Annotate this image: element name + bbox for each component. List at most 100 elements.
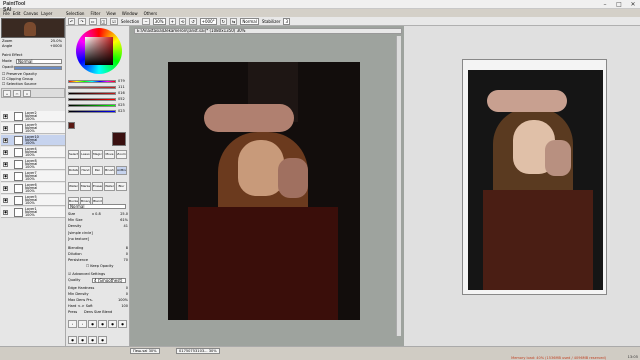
new-folder-button[interactable]: ▭	[13, 90, 21, 97]
zoom-in-button[interactable]: +	[168, 17, 176, 25]
brush-size-preset[interactable]: •	[78, 320, 87, 328]
edge-hardness-row: Edge Hardness 0	[68, 286, 128, 290]
menu-window[interactable]: Window	[122, 10, 138, 17]
tool-rotate[interactable]: Rotate	[68, 165, 79, 175]
brush-mode-select[interactable]: Normal	[68, 204, 126, 209]
mode-row: Mode Normal	[2, 59, 64, 64]
visibility-eye-icon[interactable]: ●	[3, 150, 8, 155]
tool-marker[interactable]: Marker	[80, 181, 91, 191]
brush-size-preset[interactable]: ●	[88, 335, 97, 344]
layer-item[interactable]: ● Layer8 Normal 100%	[1, 159, 65, 170]
rotate-left-button[interactable]: ↺	[189, 17, 197, 25]
menu-others[interactable]: Others	[144, 10, 157, 17]
zoom-field[interactable]: 30%	[152, 17, 166, 25]
tool-water[interactable]: Water	[104, 181, 115, 191]
reference-image[interactable]	[462, 59, 607, 295]
color-slider-h[interactable]	[68, 80, 116, 83]
canvas-artwork[interactable]	[168, 62, 360, 320]
color-slider-b[interactable]	[68, 110, 116, 113]
document-tab-2[interactable]: 01750753103... 30%	[176, 348, 220, 354]
layer-item[interactable]: ● Layer10 Normal 100%	[1, 135, 65, 146]
blend-mode-select[interactable]: Normal	[240, 17, 259, 25]
visibility-eye-icon[interactable]: ●	[3, 126, 8, 131]
visibility-eye-icon[interactable]: ●	[3, 174, 8, 179]
tool-eraser[interactable]: Eraser	[92, 181, 103, 191]
tool-blur[interactable]: Blur	[116, 181, 127, 191]
minimize-icon[interactable]: –	[598, 0, 612, 9]
brush-size-preset[interactable]: ●	[118, 320, 127, 328]
vertical-scrollbar[interactable]	[396, 36, 401, 336]
undo-button[interactable]: ↶	[68, 17, 76, 25]
redo-button[interactable]: ↷	[78, 17, 86, 25]
brush-size-preset[interactable]: ●	[88, 320, 97, 328]
layer-item[interactable]: ● Layer1 Normal 100%	[1, 207, 65, 218]
deselect-button[interactable]: ▭	[88, 17, 97, 25]
document-tab-1[interactable]: Пеш.sai 30%	[130, 348, 160, 354]
tool-move[interactable]: Move	[104, 150, 115, 159]
rotation-field[interactable]: +000°	[199, 17, 217, 25]
layer-item[interactable]: ● Layer5 Normal 100%	[1, 195, 65, 206]
tool-brush[interactable]: Brush	[104, 165, 115, 175]
advanced-settings-toggle[interactable]: ☑ Advanced Settings	[68, 272, 128, 277]
menu-layer[interactable]: Layer	[41, 10, 52, 17]
layer-item[interactable]: ● Layer7 Normal 100%	[1, 171, 65, 182]
stabilizer-select[interactable]: 3	[283, 17, 291, 25]
saturation-value-square[interactable]	[85, 37, 113, 65]
color-slider-v[interactable]	[68, 92, 116, 95]
menu-file[interactable]: File	[3, 10, 10, 17]
visibility-eye-icon[interactable]: ●	[3, 162, 8, 167]
layer-item[interactable]: ● Layer9 Normal 100%	[1, 123, 65, 134]
new-layer-button[interactable]: +	[3, 90, 11, 97]
delete-layer-button[interactable]: ×	[23, 90, 31, 97]
menu-selection[interactable]: Selection	[66, 10, 84, 17]
navigator-preview[interactable]	[1, 18, 65, 38]
reference-hand-side	[545, 140, 571, 176]
close-icon[interactable]: ✕	[626, 0, 640, 9]
rotate-right-button[interactable]: ↻	[219, 17, 227, 25]
tool-watercolor[interactable]: Watercolor	[68, 181, 79, 191]
layer-item[interactable]: ● Layer2 Normal 100%	[1, 111, 65, 122]
brush-size-preset[interactable]: ●	[68, 335, 77, 344]
layer-item[interactable]: ● Layer6 Normal 100%	[1, 183, 65, 194]
visibility-eye-icon[interactable]: ●	[3, 114, 8, 119]
color-wheel[interactable]	[76, 28, 122, 74]
opacity-slider[interactable]	[14, 66, 62, 70]
paint-effect-header[interactable]: Paint Effect	[2, 53, 64, 58]
invert-selection-button[interactable]: ◫	[99, 17, 108, 25]
tool-select[interactable]: Select	[68, 150, 79, 159]
tool-zoom[interactable]: Zoom	[116, 150, 127, 159]
primary-color-swatch[interactable]	[68, 122, 75, 129]
visibility-eye-icon[interactable]: ●	[3, 186, 8, 191]
tool-airbrush[interactable]: AirBrush	[116, 165, 127, 175]
menu-filter[interactable]: Filter	[90, 10, 100, 17]
tool-hand[interactable]: Hand	[80, 165, 91, 175]
layer-mode-select[interactable]: Normal	[16, 59, 62, 64]
zoom-out-button[interactable]: −	[142, 17, 150, 25]
brush-size-preset[interactable]: ●	[98, 320, 107, 328]
reset-view-button[interactable]: ⟲	[178, 17, 187, 25]
brush-size-preset[interactable]: ●	[78, 335, 87, 344]
color-slider-r[interactable]	[68, 98, 116, 101]
brush-size-preset[interactable]: •	[68, 320, 77, 328]
layer-item[interactable]: ● Layer4 Normal 100%	[1, 147, 65, 158]
color-slider-s[interactable]	[68, 86, 116, 89]
brush-size-preset[interactable]: ●	[98, 335, 107, 344]
visibility-eye-icon[interactable]: ●	[3, 138, 8, 143]
visibility-eye-icon[interactable]: ●	[3, 198, 8, 203]
maximize-icon[interactable]: □	[612, 0, 626, 9]
tool-magic[interactable]: Magic	[92, 150, 103, 159]
menu-view[interactable]: View	[106, 10, 116, 17]
visibility-eye-icon[interactable]: ●	[3, 210, 8, 215]
selection-source-checkbox[interactable]: ☐ Selection Source	[2, 82, 64, 87]
flip-button[interactable]: ⇆	[230, 17, 238, 25]
brush-texture-select[interactable]: [no texture]	[68, 237, 128, 242]
menu-canvas[interactable]: Canvas	[23, 10, 38, 17]
brush-size-preset[interactable]: ●	[108, 320, 117, 328]
tool-pen[interactable]: Pen	[92, 165, 103, 175]
menu-edit[interactable]: Edit	[13, 10, 21, 17]
quality-select[interactable]: 4 (Smoothest)	[92, 278, 126, 283]
color-slider-g[interactable]	[68, 104, 116, 107]
tool-lasso[interactable]: Lasso	[80, 150, 91, 159]
selection-toggle[interactable]: ☑	[110, 17, 118, 25]
brush-shape-select[interactable]: [simple circle]	[68, 231, 128, 236]
